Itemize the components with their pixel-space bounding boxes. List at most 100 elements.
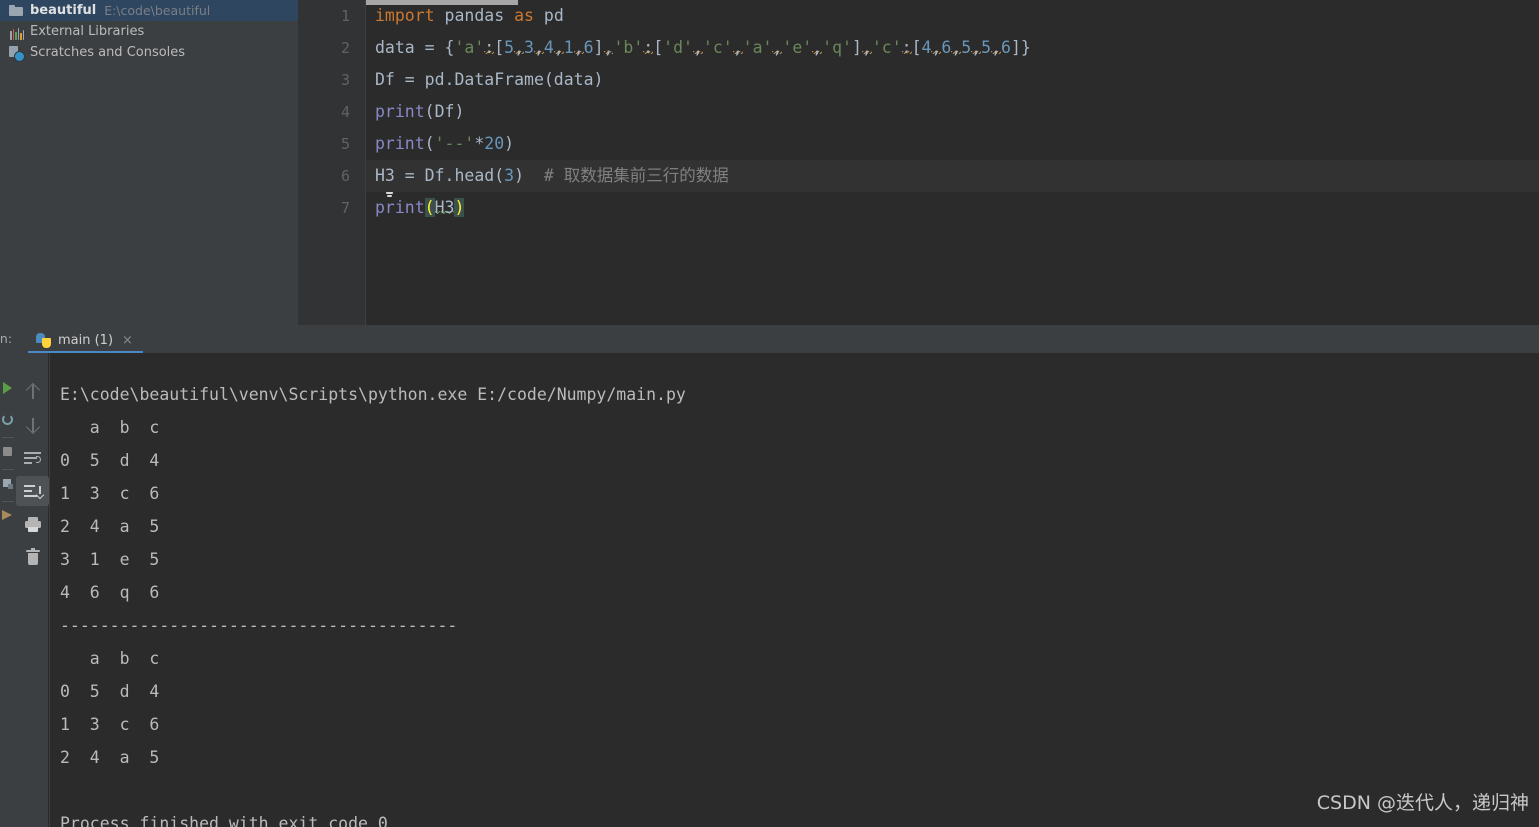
run-tab-bar: un: main (1) × — [0, 325, 1539, 353]
line-number: 6 — [340, 167, 350, 185]
token-number: 6 — [1001, 38, 1011, 57]
token-paren-close: ) — [514, 166, 525, 185]
scratches-icon — [8, 45, 25, 62]
console-line: 3 1 e 5 — [60, 550, 160, 569]
console-line: 2 4 a 5 — [60, 748, 160, 767]
token-string: 'd' — [663, 38, 693, 57]
code-line-5: print('--'*20) — [366, 128, 1539, 160]
line-number: 7 — [340, 199, 350, 217]
token-string: 'q' — [822, 38, 852, 57]
tree-item-beautiful[interactable]: beautiful E:\code\beautiful — [0, 0, 298, 21]
scroll-to-end-icon[interactable] — [16, 476, 49, 506]
token-number: 5 — [981, 38, 992, 57]
token-key-b: 'b' — [613, 38, 644, 57]
token-comma: , — [931, 38, 942, 57]
token-number: 6 — [941, 38, 952, 57]
run-tab-main[interactable]: main (1) × — [28, 327, 143, 353]
code-line-3: Df = pd.DataFrame(data) — [366, 64, 1539, 96]
token-paren-open: ( — [424, 134, 435, 153]
code-line-7: print(H3) — [366, 192, 1539, 224]
external-libraries-icon — [8, 24, 24, 40]
tree-item-scratches-and-consoles[interactable]: Scratches and Consoles — [0, 42, 298, 63]
print-icon[interactable] — [16, 509, 49, 539]
console-line: 1 3 c 6 — [60, 484, 160, 503]
console-line-exit-status: Process finished with exit code 0 — [60, 814, 388, 827]
token-number: 1 — [563, 38, 574, 57]
token-number: 6 — [583, 38, 594, 57]
token-comma: , — [514, 38, 525, 57]
token-comma: , — [553, 38, 564, 57]
token-comment: # 取数据集前三行的数据 — [543, 166, 729, 185]
token-comma: , — [812, 38, 823, 57]
token-operator-multiply: * — [474, 134, 485, 153]
token-comma: , — [861, 38, 872, 57]
project-tool-window: beautiful E:\code\beautiful External Lib… — [0, 0, 298, 325]
code-line-2: data = {'a':[5,3,4,1,6],'b':['d','c','a'… — [366, 32, 1539, 64]
token-arg-h3: H3 — [434, 198, 455, 217]
tree-item-external-libraries[interactable]: External Libraries — [0, 21, 298, 42]
token-bracket-close: ] — [1010, 38, 1021, 57]
console-line: 4 6 q 6 — [60, 583, 160, 602]
token-print-arg: (Df) — [424, 102, 465, 121]
token-paren-close-highlighted: ) — [454, 198, 465, 217]
code-line-6: H3 = Df.head(3) # 取数据集前三行的数据 — [366, 160, 1539, 192]
token-number: 4 — [921, 38, 932, 57]
console-line: a b c — [60, 649, 160, 668]
token-key-c: 'c' — [871, 38, 902, 57]
run-tool-window-label: un: — [0, 331, 13, 346]
token-comma: , — [991, 38, 1002, 57]
line-number: 5 — [340, 135, 350, 153]
token-function-print: print — [375, 198, 425, 217]
token-data-assign: data = { — [375, 38, 455, 57]
token-comma: , — [533, 38, 544, 57]
console-line-separator: ---------------------------------------- — [60, 616, 458, 635]
line-number: 3 — [340, 71, 350, 89]
toolbar-divider — [2, 469, 14, 470]
code-line-1: import pandas as pd — [366, 0, 1539, 32]
token-comma: , — [603, 38, 614, 57]
toolbar-divider — [2, 437, 14, 438]
flag-icon[interactable] — [1, 509, 15, 523]
run-icon[interactable] — [1, 381, 15, 395]
token-number: 4 — [543, 38, 554, 57]
console-line: a b c — [60, 418, 160, 437]
folder-icon — [8, 3, 24, 19]
stop-icon[interactable] — [1, 445, 15, 459]
run-outer-toolbar — [0, 353, 16, 827]
step-down-icon[interactable] — [16, 410, 49, 440]
close-icon[interactable]: × — [122, 333, 133, 348]
code-editor[interactable]: 1 2 3 4 5 6 7 import pandas as pd data =… — [298, 0, 1539, 325]
console-output[interactable]: E:\code\beautiful\venv\Scripts\python.ex… — [50, 353, 1539, 827]
console-line: 0 5 d 4 — [60, 682, 160, 701]
token-paren-open-highlighted: ( — [424, 198, 435, 217]
step-up-icon[interactable] — [16, 377, 49, 407]
token-comma: , — [732, 38, 743, 57]
token-comma: , — [692, 38, 703, 57]
code-content[interactable]: import pandas as pd data = {'a':[5,3,4,1… — [366, 0, 1539, 325]
tree-item-path: E:\code\beautiful — [104, 3, 211, 18]
tree-item-label: External Libraries — [30, 24, 145, 39]
token-string: 'e' — [782, 38, 813, 57]
token-head-assign: H3 = Df.head( — [375, 166, 505, 185]
token-bracket-open: [ — [494, 38, 505, 57]
token-number-20: 20 — [484, 134, 505, 153]
console-line: 0 5 d 4 — [60, 451, 160, 470]
pin-icon[interactable] — [1, 477, 15, 491]
line-number: 1 — [340, 7, 350, 25]
token-number: 5 — [504, 38, 515, 57]
token-colon: : — [643, 38, 654, 57]
token-dataframe-assign: Df = pd.DataFrame(data) — [375, 70, 604, 89]
editor-gutter[interactable]: 1 2 3 4 5 6 7 — [298, 0, 366, 325]
console-line: E:\code\beautiful\venv\Scripts\python.ex… — [60, 385, 686, 404]
run-tool-window: un: main (1) × — [0, 325, 1539, 827]
token-keyword-import: import — [375, 6, 435, 25]
token-bracket-close: ] — [593, 38, 604, 57]
rerun-icon[interactable] — [1, 413, 15, 427]
token-number: 5 — [961, 38, 972, 57]
token-function-print: print — [375, 134, 425, 153]
console-line: 2 4 a 5 — [60, 517, 160, 536]
toolbar-divider — [2, 501, 14, 502]
soft-wrap-icon[interactable] — [16, 443, 49, 473]
trash-icon[interactable] — [16, 542, 49, 572]
